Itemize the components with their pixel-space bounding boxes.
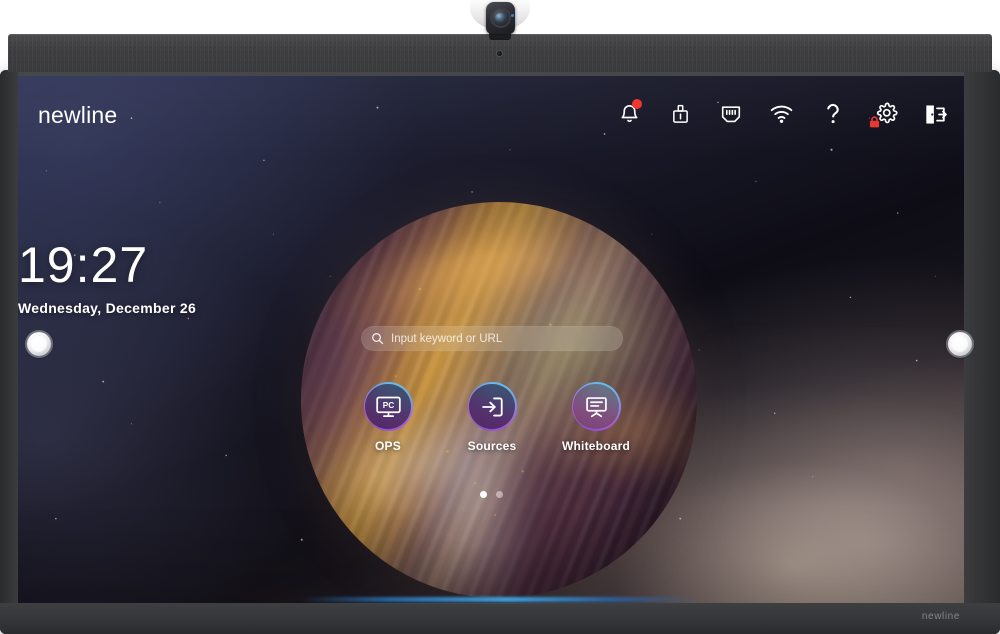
app-sources-label: Sources bbox=[467, 439, 517, 453]
search-input[interactable] bbox=[391, 332, 613, 345]
pc-monitor-icon: PC bbox=[375, 396, 401, 417]
status-bar bbox=[614, 98, 950, 130]
newline-logo: newline bbox=[38, 102, 118, 128]
newline-display-device: newline 19:27 Wednesday, December 26 Inp… bbox=[0, 0, 1000, 634]
help-icon[interactable] bbox=[818, 98, 848, 130]
notification-bell-icon[interactable] bbox=[614, 98, 644, 130]
exit-icon[interactable] bbox=[920, 98, 950, 130]
app-ops[interactable]: PC OPS bbox=[352, 382, 424, 453]
ethernet-port-icon[interactable] bbox=[716, 98, 746, 130]
settings-gear-icon[interactable] bbox=[869, 98, 899, 130]
camera-module bbox=[462, 0, 538, 42]
camera-status-led bbox=[511, 14, 514, 17]
app-sources-ring bbox=[467, 382, 517, 431]
settings-lock-badge-icon bbox=[869, 116, 880, 128]
right-bezel bbox=[964, 70, 1000, 634]
display-screen: newline 19:27 Wednesday, December 26 Inp… bbox=[18, 76, 964, 603]
app-whiteboard[interactable]: Whiteboard bbox=[560, 382, 632, 453]
bottom-bezel-logo: newline bbox=[921, 611, 960, 622]
app-whiteboard-label: Whiteboard bbox=[562, 439, 630, 453]
usb-drive-icon[interactable] bbox=[665, 98, 695, 130]
left-bezel bbox=[0, 70, 18, 634]
page-indicator bbox=[18, 491, 964, 498]
page-dot-1[interactable] bbox=[479, 491, 487, 498]
display-frame: newline 19:27 Wednesday, December 26 Inp… bbox=[0, 70, 1000, 634]
whiteboard-easel-icon bbox=[585, 396, 607, 417]
app-ops-label: OPS bbox=[375, 439, 401, 453]
camera-body bbox=[486, 2, 515, 34]
bottom-bezel: newline bbox=[0, 603, 1000, 634]
search-bar[interactable] bbox=[361, 326, 623, 351]
camera-lens bbox=[495, 13, 506, 22]
app-ops-ring: PC bbox=[363, 382, 413, 431]
app-shortcut-row: PC OPS Sources Whiteboard bbox=[352, 382, 632, 453]
svg-text:PC: PC bbox=[382, 400, 394, 409]
clock-time: 19:27 bbox=[18, 237, 149, 293]
source-input-arrow-icon bbox=[481, 397, 503, 416]
app-whiteboard-inner bbox=[573, 383, 619, 430]
clock-date: Wednesday, December 26 bbox=[18, 300, 197, 316]
left-side-knob[interactable] bbox=[27, 332, 51, 356]
search-icon bbox=[371, 332, 384, 345]
home-screen-ui: newline 19:27 Wednesday, December 26 Inp… bbox=[18, 76, 964, 603]
bottom-led-glow bbox=[300, 597, 700, 602]
app-whiteboard-ring bbox=[571, 382, 621, 431]
app-sources-inner bbox=[469, 383, 515, 430]
wifi-icon[interactable] bbox=[767, 98, 797, 130]
page-dot-2[interactable] bbox=[495, 491, 503, 498]
notification-badge-dot bbox=[632, 99, 642, 109]
app-ops-inner: PC bbox=[365, 383, 411, 430]
app-sources[interactable]: Sources bbox=[456, 382, 528, 453]
ir-remote-sensor bbox=[496, 50, 503, 57]
right-side-knob[interactable] bbox=[948, 332, 972, 356]
